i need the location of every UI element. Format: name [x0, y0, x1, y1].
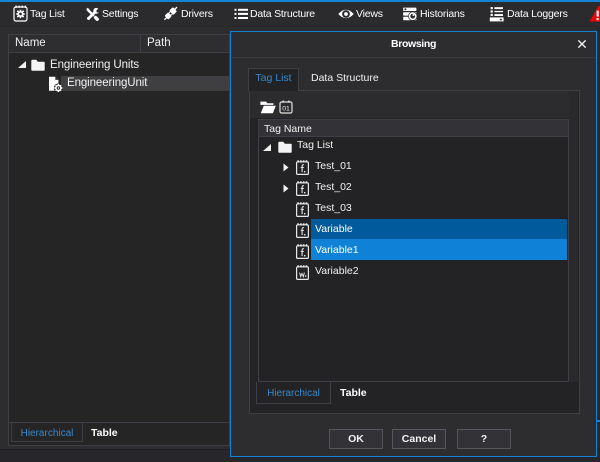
svg-text:01: 01	[282, 105, 290, 112]
